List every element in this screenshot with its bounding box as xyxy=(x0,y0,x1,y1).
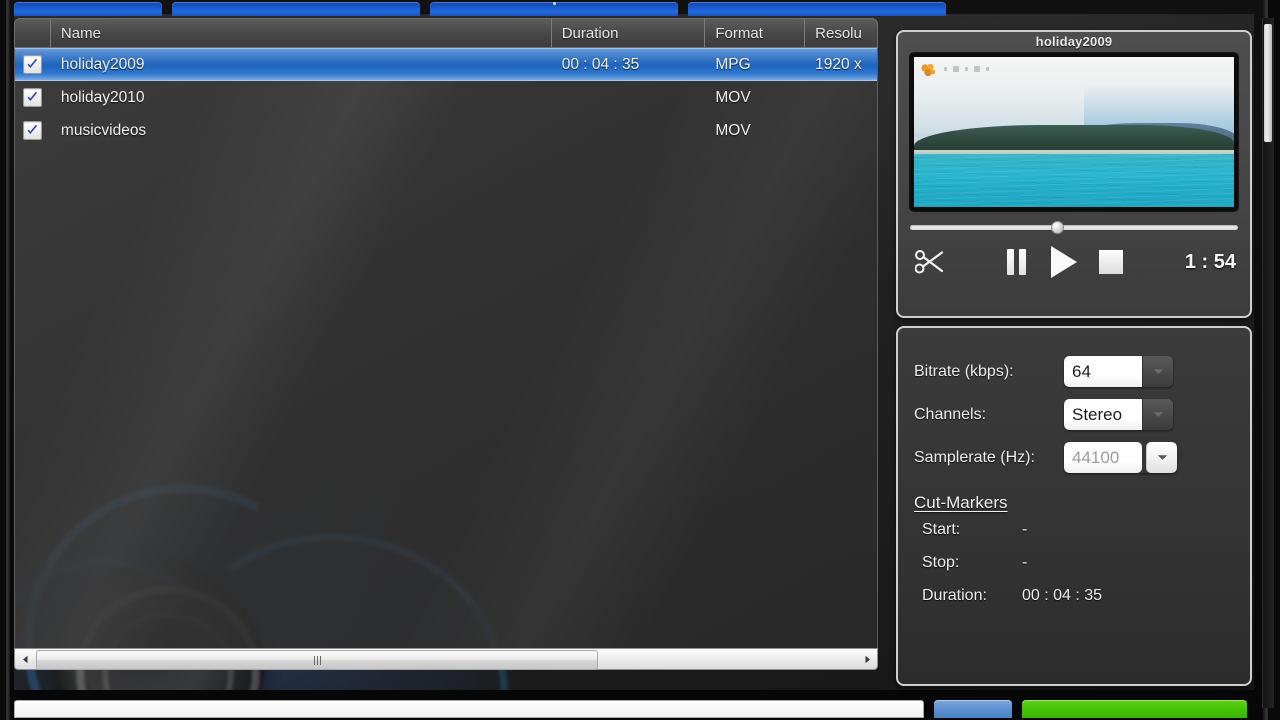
cut-stop-value: - xyxy=(1022,553,1028,571)
cell-format: MPG xyxy=(715,55,751,73)
channels-value[interactable]: Stereo xyxy=(1064,399,1142,430)
browse-button[interactable] xyxy=(934,700,1012,718)
column-header-select[interactable] xyxy=(15,19,51,47)
samplerate-dropdown[interactable]: 44100 xyxy=(1064,442,1177,473)
cut-duration-label: Duration: xyxy=(922,586,987,604)
cut-stop-row: Stop: - xyxy=(914,546,1250,579)
bitrate-label: Bitrate (kbps): xyxy=(914,362,1014,380)
samplerate-row: Samplerate (Hz): 44100 xyxy=(914,436,1250,479)
cut-start-row: Start: - xyxy=(914,513,1250,546)
video-preview-panel: holiday2009 1: 54 xyxy=(896,30,1252,318)
chevron-down-icon[interactable] xyxy=(1142,356,1173,387)
row-checkbox-cell[interactable] xyxy=(15,121,51,140)
pause-icon[interactable] xyxy=(1003,247,1029,277)
channels-label: Channels: xyxy=(914,405,987,423)
samplerate-value[interactable]: 44100 xyxy=(1064,442,1142,473)
checkbox-checked-icon[interactable] xyxy=(23,55,43,74)
scroll-left-arrow-icon[interactable] xyxy=(15,649,35,669)
preview-title: holiday2009 xyxy=(1035,34,1113,49)
table-row[interactable]: musicvideos MOV xyxy=(15,114,877,147)
row-checkbox-cell[interactable] xyxy=(15,88,51,107)
cell-name: holiday2010 xyxy=(60,88,145,106)
app-window: Name Duration Format Resolu holiday2009 … xyxy=(0,0,1280,720)
cut-duration-value: 00 : 04 : 35 xyxy=(1022,586,1103,604)
top-tab-3[interactable] xyxy=(430,2,678,16)
video-frame[interactable] xyxy=(914,57,1234,207)
top-tab-2[interactable] xyxy=(172,2,420,16)
cell-format: MOV xyxy=(715,88,751,106)
vertical-scrollbar[interactable] xyxy=(1262,18,1274,708)
video-overlay-text xyxy=(944,66,989,72)
table-row[interactable]: holiday2009 00 : 04 : 35 MPG 1920 x xyxy=(15,48,877,81)
seek-track[interactable] xyxy=(910,225,1238,230)
stop-icon[interactable] xyxy=(1099,250,1123,274)
cut-duration-row: Duration: 00 : 04 : 35 xyxy=(914,579,1250,612)
bitrate-row: Bitrate (kbps): 64 xyxy=(914,350,1250,393)
cell-duration: 00 : 04 : 35 xyxy=(561,55,640,73)
start-button[interactable] xyxy=(1022,700,1247,718)
top-tab-bar xyxy=(14,0,1254,16)
top-tab-4[interactable] xyxy=(688,2,946,16)
transport-buttons xyxy=(948,246,1178,278)
column-header-format[interactable]: Format xyxy=(705,19,806,47)
seek-bar[interactable] xyxy=(910,221,1238,234)
horizontal-scrollbar[interactable] xyxy=(14,648,878,670)
cell-resolution: 1920 x xyxy=(815,55,862,73)
checkbox-checked-icon[interactable] xyxy=(23,121,43,140)
cut-markers-heading: Cut-Markers xyxy=(914,493,1008,512)
video-screen-bezel xyxy=(909,52,1239,212)
cut-scissors-icon[interactable] xyxy=(912,245,948,279)
row-checkbox-cell[interactable] xyxy=(15,55,51,74)
column-header-duration[interactable]: Duration xyxy=(552,19,706,47)
checkbox-checked-icon[interactable] xyxy=(23,88,43,107)
playback-time: 1 : 54 xyxy=(1184,250,1236,273)
cell-name: musicvideos xyxy=(60,121,147,139)
file-list-panel: Name Duration Format Resolu holiday2009 … xyxy=(14,18,878,670)
file-list-header: Name Duration Format Resolu xyxy=(14,18,878,48)
seek-handle[interactable] xyxy=(1051,221,1065,234)
scrollbar-track[interactable] xyxy=(36,650,856,670)
channels-row: Channels: Stereo xyxy=(914,393,1250,436)
scrollbar-grip-icon xyxy=(313,655,321,665)
channels-dropdown[interactable]: Stereo xyxy=(1064,399,1173,430)
chevron-down-icon[interactable] xyxy=(1142,399,1173,430)
cut-start-value: - xyxy=(1022,520,1028,538)
video-watermark-logo-icon xyxy=(920,63,937,78)
cell-format: MOV xyxy=(715,121,751,139)
bitrate-value[interactable]: 64 xyxy=(1064,356,1142,387)
column-header-resolution[interactable]: Resolu xyxy=(805,19,877,47)
file-list-body[interactable]: holiday2009 00 : 04 : 35 MPG 1920 x holi… xyxy=(14,48,878,648)
bitrate-dropdown[interactable]: 64 xyxy=(1064,356,1173,387)
video-sea-shimmer xyxy=(914,154,1234,207)
scroll-right-arrow-icon[interactable] xyxy=(857,649,877,669)
top-tab-3-indicator xyxy=(552,2,556,5)
table-row[interactable]: holiday2010 MOV xyxy=(15,81,877,114)
samplerate-label: Samplerate (Hz): xyxy=(914,448,1035,466)
chevron-down-icon[interactable] xyxy=(1146,442,1177,473)
cell-name: holiday2009 xyxy=(60,55,145,73)
play-icon[interactable] xyxy=(1051,246,1077,278)
playback-controls: 1 : 54 xyxy=(898,241,1250,283)
audio-settings-panel: Bitrate (kbps): 64 Channels: Stereo Samp… xyxy=(896,326,1252,686)
vertical-scrollbar-thumb[interactable] xyxy=(1264,24,1272,142)
column-header-name[interactable]: Name xyxy=(51,19,552,47)
cut-stop-label: Stop: xyxy=(922,553,960,571)
output-path-input[interactable] xyxy=(14,700,924,718)
window-edge-left xyxy=(7,0,10,720)
bottom-action-bar xyxy=(14,700,1254,720)
cut-start-label: Start: xyxy=(922,520,961,538)
scrollbar-thumb[interactable] xyxy=(36,650,598,670)
top-tab-1[interactable] xyxy=(14,2,162,16)
